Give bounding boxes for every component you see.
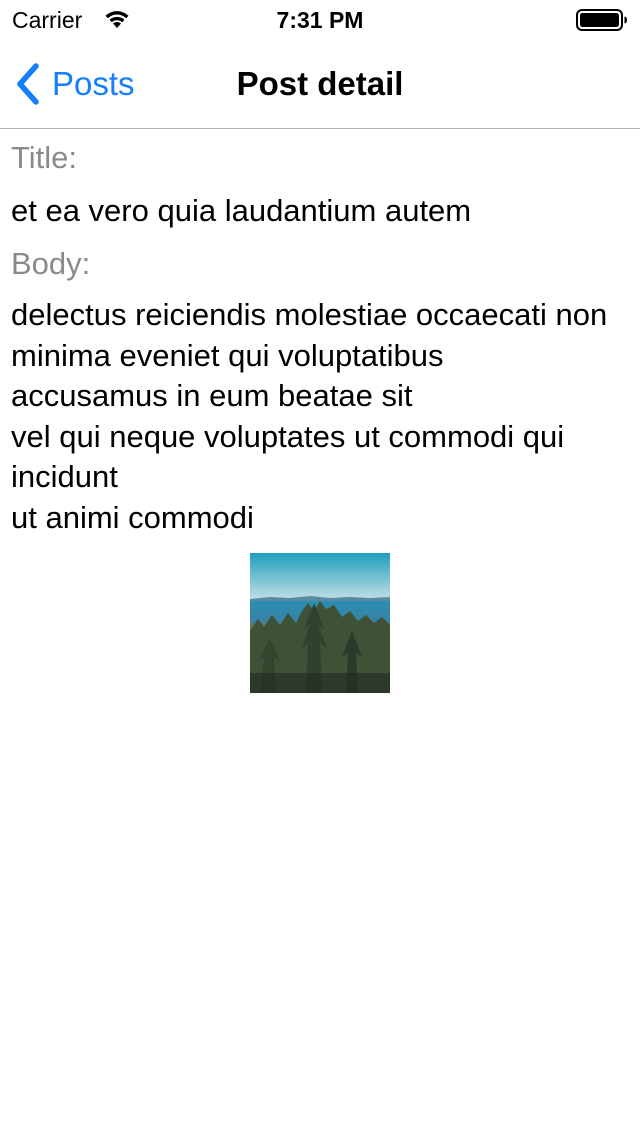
body-label: Body: <box>11 246 91 281</box>
post-detail-content: Title: et ea vero quia laudantium autem … <box>11 137 631 538</box>
title-label: Title: <box>11 140 78 175</box>
battery-full-icon <box>576 9 627 31</box>
landscape-photo <box>250 553 390 693</box>
status-bar: Carrier 7:31 PM <box>0 0 640 40</box>
post-title: et ea vero quia laudantium autem <box>11 193 472 228</box>
clock: 7:31 PM <box>276 7 364 33</box>
post-body: delectus reiciendis molestiae occaecati … <box>11 297 608 535</box>
navigation-bar: Posts Post detail <box>0 40 640 129</box>
page-title: Post detail <box>236 65 404 102</box>
